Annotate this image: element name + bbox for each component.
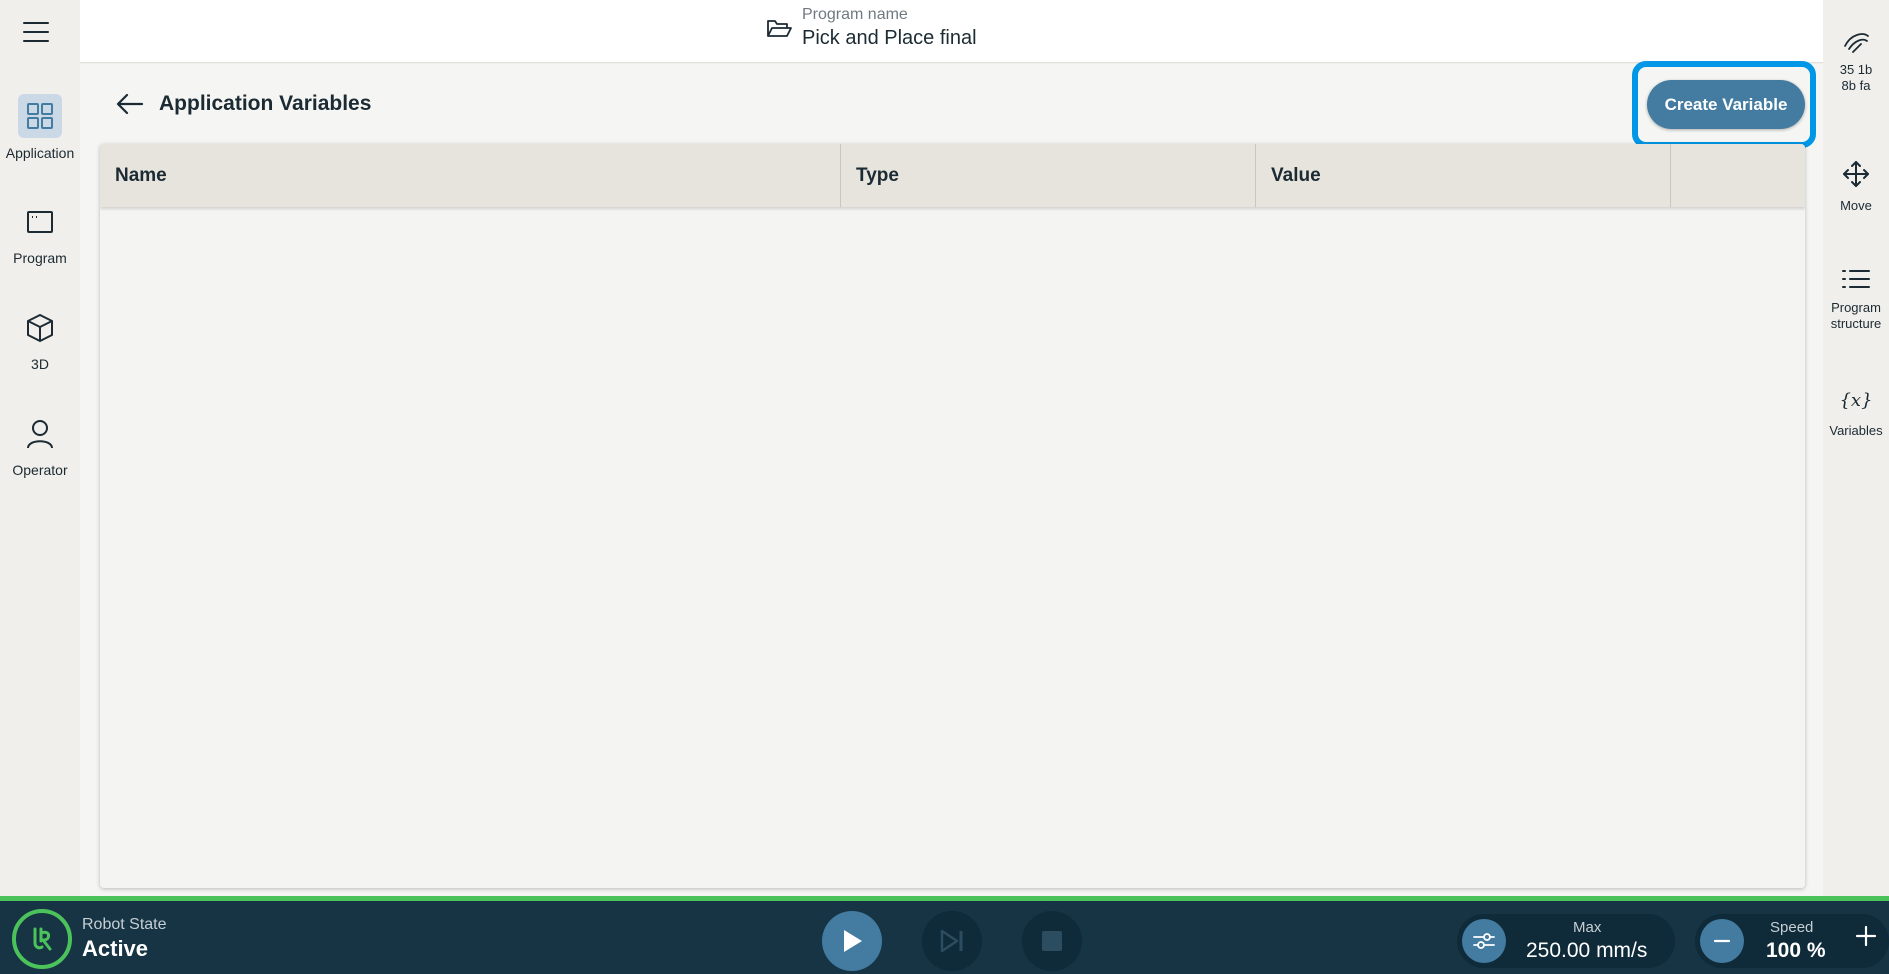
robot-state-label: Robot State bbox=[82, 916, 167, 933]
nav-item-label: 3D bbox=[31, 356, 49, 372]
right-nav-variables[interactable]: {x} Variables bbox=[1823, 390, 1889, 439]
bottom-control-bar: Robot State Active Max 250.00 mm/s Speed… bbox=[0, 896, 1889, 974]
tcp-label: 35 1b 8b fa bbox=[1839, 62, 1873, 93]
column-header-actions bbox=[1671, 144, 1805, 207]
nav-item-3d[interactable]: 3D bbox=[0, 306, 80, 386]
cube-icon bbox=[18, 306, 62, 350]
play-icon bbox=[844, 930, 862, 952]
step-button[interactable] bbox=[922, 911, 982, 971]
page-title: Application Variables bbox=[159, 92, 372, 115]
hamburger-menu-icon[interactable] bbox=[22, 20, 50, 44]
plus-icon bbox=[1855, 925, 1877, 947]
variables-table: Name Type Value bbox=[100, 144, 1805, 888]
right-nav-tcp[interactable]: 35 1b 8b fa bbox=[1823, 30, 1889, 94]
right-navigation: 35 1b 8b fa Move Program structure {x} V… bbox=[1823, 0, 1889, 896]
ur-logo-icon bbox=[12, 909, 72, 969]
nav-item-label: Operator bbox=[12, 462, 68, 478]
back-arrow-icon[interactable] bbox=[114, 90, 146, 118]
variable-x-icon: {x} bbox=[1839, 390, 1873, 411]
max-value: 250.00 mm/s bbox=[1526, 939, 1648, 962]
stop-icon bbox=[1042, 931, 1062, 951]
tcp-icon bbox=[1844, 33, 1869, 53]
robot-state-value: Active bbox=[82, 936, 149, 961]
program-window-icon bbox=[18, 200, 62, 244]
nav-item-label: Application bbox=[5, 145, 75, 161]
program-name-caption: Program name bbox=[802, 6, 908, 23]
max-speed-control: Max 250.00 mm/s bbox=[1457, 914, 1675, 968]
play-button[interactable] bbox=[822, 911, 882, 971]
speed-decrease-button[interactable] bbox=[1700, 919, 1744, 963]
grid-icon bbox=[18, 94, 62, 138]
sliders-adjust-button[interactable] bbox=[1462, 919, 1506, 963]
variables-label: Variables bbox=[1829, 423, 1883, 438]
table-header: Name Type Value bbox=[100, 144, 1805, 207]
step-forward-icon bbox=[940, 929, 963, 953]
program-name: Pick and Place final bbox=[802, 27, 977, 49]
nav-item-application[interactable]: Application bbox=[0, 94, 80, 174]
program-name-selector[interactable]: Program name Pick and Place final bbox=[766, 6, 977, 50]
create-variable-button[interactable]: Create Variable bbox=[1647, 80, 1805, 129]
minus-icon bbox=[1713, 939, 1731, 943]
right-nav-program-structure[interactable]: Program structure bbox=[1823, 268, 1889, 332]
sliders-icon bbox=[1473, 933, 1495, 949]
move-label: Move bbox=[1840, 198, 1872, 213]
column-header-type[interactable]: Type bbox=[841, 144, 1256, 207]
folder-open-icon bbox=[767, 20, 792, 37]
right-nav-move[interactable]: Move bbox=[1823, 160, 1889, 214]
max-label: Max bbox=[1573, 919, 1602, 936]
list-icon bbox=[1842, 270, 1870, 288]
column-header-name[interactable]: Name bbox=[100, 144, 841, 207]
speed-value: 100 % bbox=[1766, 939, 1826, 962]
column-header-value[interactable]: Value bbox=[1256, 144, 1671, 207]
speed-label: Speed bbox=[1770, 919, 1814, 936]
left-navigation: Application Program 3D Operator bbox=[0, 0, 80, 896]
person-icon bbox=[18, 412, 62, 456]
nav-item-program[interactable]: Program bbox=[0, 200, 80, 280]
nav-item-label: Program bbox=[13, 250, 67, 266]
nav-item-operator[interactable]: Operator bbox=[0, 412, 80, 492]
stop-button[interactable] bbox=[1022, 911, 1082, 971]
move-arrows-icon bbox=[1843, 161, 1869, 187]
speed-increase-button[interactable] bbox=[1846, 916, 1886, 956]
program-structure-label: Program structure bbox=[1830, 300, 1882, 331]
